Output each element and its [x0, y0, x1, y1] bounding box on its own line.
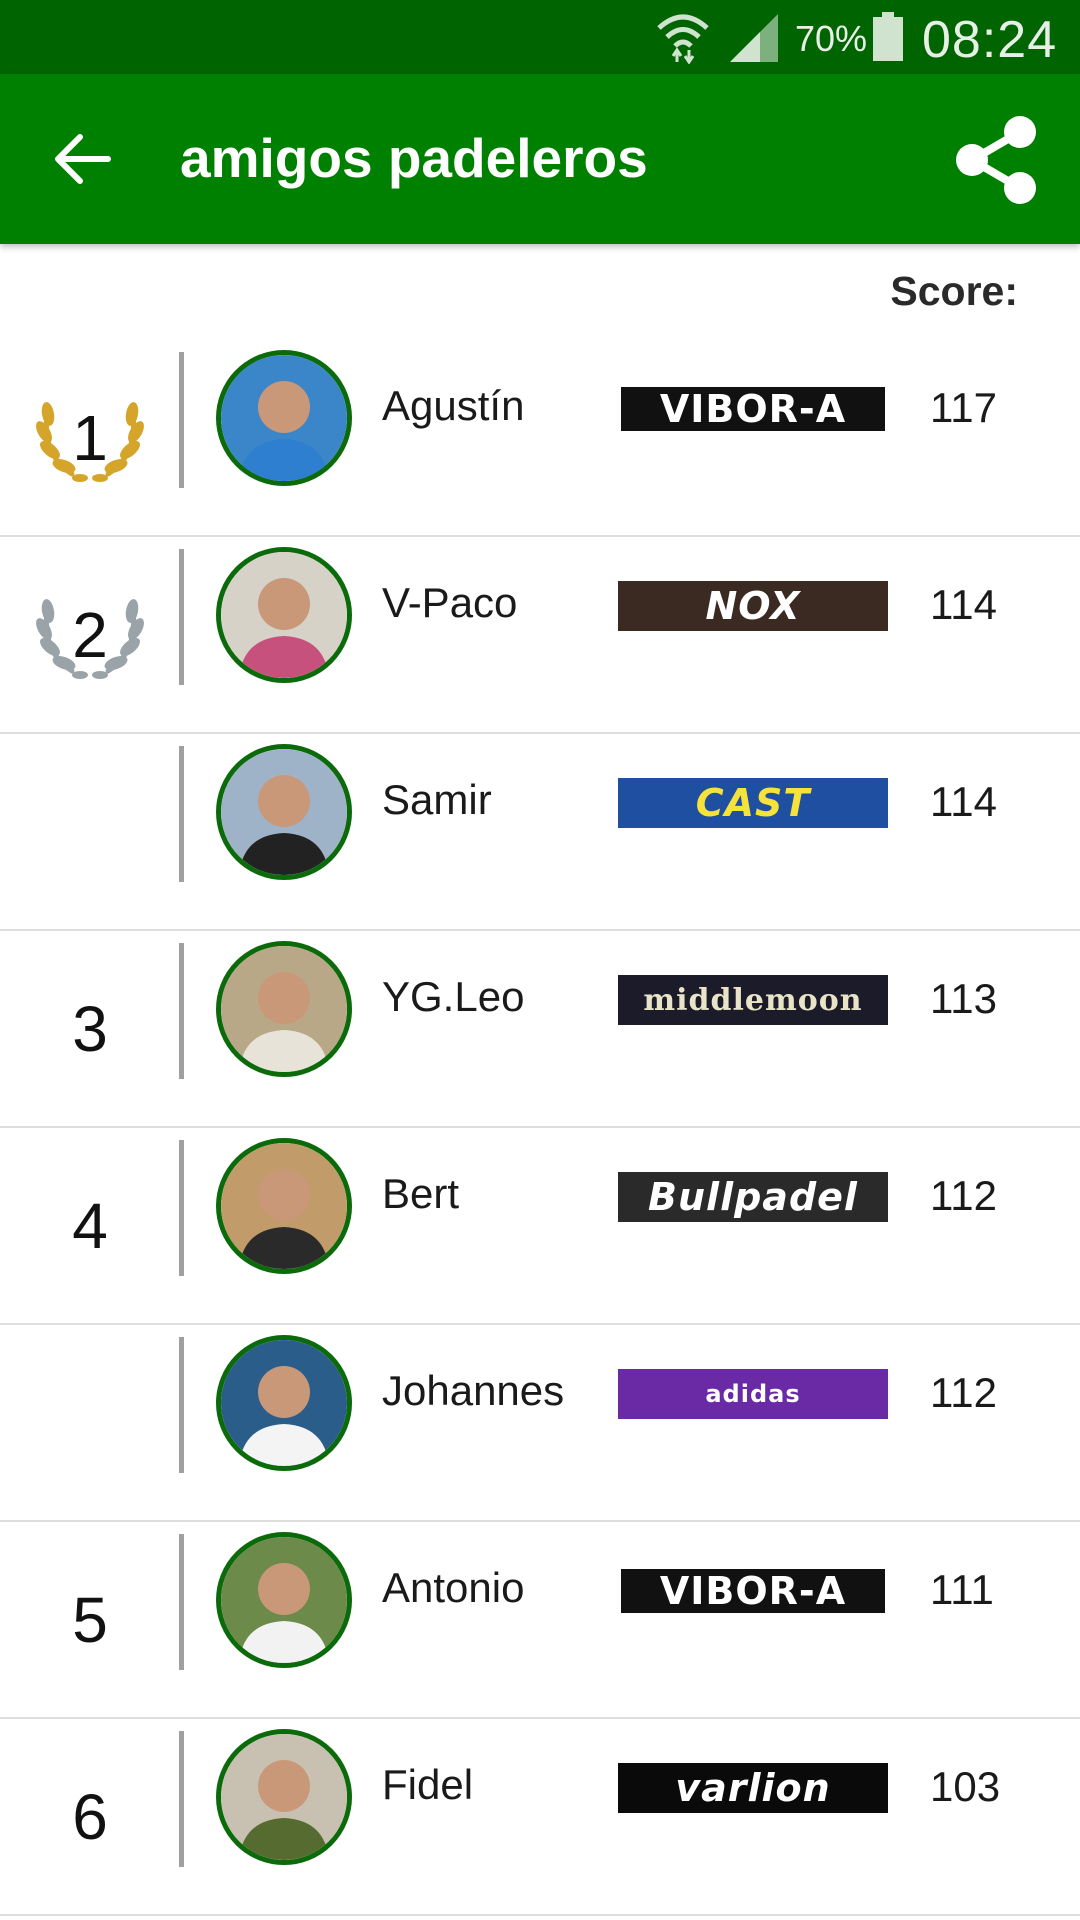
avatar[interactable] — [216, 941, 352, 1077]
row-divider — [179, 1731, 184, 1867]
player-score: 117 — [930, 384, 997, 431]
battery-percent: 70% — [795, 18, 868, 59]
row-divider — [179, 549, 184, 685]
ranking-row-5[interactable]: 4 Bert Bullpadel 112 — [0, 1128, 1080, 1325]
avatar[interactable] — [216, 1729, 352, 1865]
rank-badge: 6 — [20, 1719, 160, 1914]
app-bar: amigos padeleros — [0, 74, 1080, 244]
player-score: 113 — [930, 975, 997, 1022]
battery-icon — [873, 12, 903, 61]
signal-icon — [730, 14, 778, 62]
player-score: 112 — [930, 1369, 997, 1416]
avatar[interactable] — [216, 1138, 352, 1274]
row-divider — [179, 1140, 184, 1276]
rank-badge: 3 — [20, 931, 160, 1126]
brand-logo-vibora: VIBOR-A — [618, 1566, 888, 1616]
player-name: YG.Leo — [382, 973, 525, 1020]
player-name: Bert — [382, 1170, 460, 1217]
player-score: 114 — [930, 581, 997, 628]
row-divider — [179, 1534, 184, 1670]
row-divider — [179, 1337, 184, 1473]
player-score: 111 — [930, 1566, 994, 1613]
row-divider — [179, 352, 184, 488]
player-name: V-Paco — [382, 579, 518, 626]
player-score: 103 — [930, 1763, 1001, 1810]
brand-logo-nox: NOX — [618, 581, 888, 631]
brand-logo-adidas: adidas — [618, 1369, 888, 1419]
rank-badge — [20, 1325, 160, 1520]
rank-number: 6 — [72, 1780, 108, 1853]
avatar[interactable] — [216, 547, 352, 683]
wifi-icon — [657, 14, 709, 64]
brand-logo-varlion: varlion — [618, 1763, 888, 1813]
avatar[interactable] — [216, 1532, 352, 1668]
status-bar: 70% 08:24 — [0, 0, 1080, 74]
share-icon[interactable] — [948, 112, 1044, 208]
player-name: Antonio — [382, 1564, 525, 1611]
row-divider — [179, 943, 184, 1079]
rank-number: 1 — [72, 401, 108, 474]
player-score: 112 — [930, 1172, 997, 1219]
ranking-row-8[interactable]: 6 Fidel varlion 103 — [0, 1719, 1080, 1916]
ranking-row-2[interactable]: 2 V-Paco NOX 114 — [0, 537, 1080, 734]
avatar[interactable] — [216, 744, 352, 880]
player-name: Samir — [382, 776, 492, 823]
rank-badge: 1 — [20, 340, 160, 535]
avatar[interactable] — [216, 350, 352, 486]
rank-number: 3 — [72, 992, 108, 1065]
player-name: Agustín — [382, 382, 525, 429]
rank-badge: 4 — [20, 1128, 160, 1323]
ranking-row-7[interactable]: 5 Antonio VIBOR-A 111 — [0, 1522, 1080, 1719]
ranking-row-6[interactable]: Johannes adidas 112 — [0, 1325, 1080, 1522]
ranking-list: 1 Agustín VIBOR-A 117 2 V-Paco NOX 114 S… — [0, 340, 1080, 1916]
player-name: Johannes — [382, 1367, 565, 1414]
brand-logo-cast: CAST — [618, 778, 888, 828]
ranking-row-1[interactable]: 1 Agustín VIBOR-A 117 — [0, 340, 1080, 537]
brand-logo-bullpadel: Bullpadel — [618, 1172, 888, 1222]
avatar[interactable] — [216, 1335, 352, 1471]
page-title: amigos padeleros — [180, 127, 648, 189]
row-divider — [179, 746, 184, 882]
ranking-row-4[interactable]: 3 YG.Leo middlemoon 113 — [0, 931, 1080, 1128]
rank-badge: 2 — [20, 537, 160, 732]
ranking-row-3[interactable]: Samir CAST 114 — [0, 734, 1080, 931]
player-score: 114 — [930, 778, 997, 825]
rank-number: 2 — [72, 598, 108, 671]
rank-badge — [20, 734, 160, 929]
brand-logo-middlemoon: middlemoon — [618, 975, 888, 1025]
brand-logo-vibora: VIBOR-A — [618, 384, 888, 434]
clock: 08:24 — [922, 11, 1058, 69]
rank-number: 5 — [72, 1583, 108, 1656]
rank-badge: 5 — [20, 1522, 160, 1717]
back-arrow-icon[interactable] — [50, 129, 116, 189]
score-column-header: Score: — [890, 268, 1018, 314]
rank-number: 4 — [72, 1189, 108, 1262]
player-name: Fidel — [382, 1761, 474, 1808]
